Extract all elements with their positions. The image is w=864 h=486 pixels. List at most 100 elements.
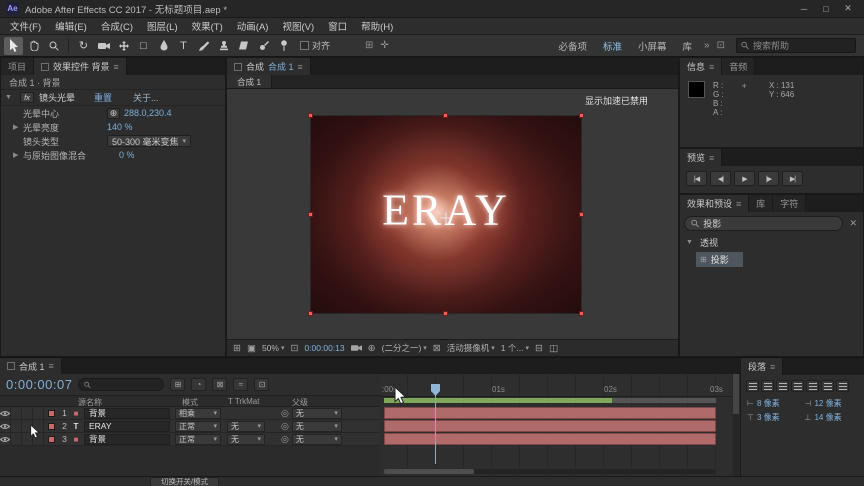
trkmat-select[interactable]: 无 ▾ bbox=[227, 433, 265, 445]
clear-search-icon[interactable]: ✕ bbox=[847, 218, 859, 229]
selection-handle[interactable] bbox=[579, 311, 584, 316]
effects-search-input[interactable] bbox=[703, 218, 837, 229]
tab-audio[interactable]: 音频 bbox=[722, 58, 756, 75]
zoom-select[interactable]: 50% ▾ bbox=[262, 343, 285, 353]
tab-effect-controls[interactable]: 效果控件 背景 ≡ bbox=[34, 58, 127, 75]
property-row-blend-original[interactable]: ▶ 与原始图像混合 0 % bbox=[1, 148, 225, 162]
current-time-display[interactable]: 0:00:00:07 bbox=[6, 377, 72, 392]
close-button[interactable]: ✕ bbox=[838, 2, 858, 16]
selection-handle[interactable] bbox=[308, 113, 313, 118]
property-value[interactable]: 140 % bbox=[107, 122, 133, 132]
selection-handle[interactable] bbox=[308, 311, 313, 316]
puppet-pin-tool-button[interactable] bbox=[274, 37, 293, 55]
panel-lock-icon[interactable] bbox=[41, 62, 50, 71]
shape-tool-button[interactable]: □ bbox=[134, 37, 153, 55]
tab-composition[interactable]: 合成 合成 1 ≡ bbox=[227, 58, 311, 75]
layer-duration-bar-2[interactable] bbox=[384, 420, 716, 432]
audio-toggle[interactable] bbox=[11, 420, 22, 432]
layer-duration-bar-3[interactable] bbox=[384, 433, 716, 445]
timeline-horizontal-scrollbar[interactable] bbox=[384, 469, 716, 474]
grid-guides-icon[interactable]: ⊞ bbox=[233, 343, 241, 354]
layer-name[interactable]: ERAY bbox=[84, 420, 170, 432]
trkmat-select[interactable]: 无 ▾ bbox=[227, 420, 265, 432]
layer-row-3[interactable]: 3 ■ 背景 正常 ▾ 无 ▾ ◎ 无 ▾ bbox=[0, 433, 380, 446]
align-center-button[interactable] bbox=[761, 380, 774, 392]
selection-tool-button[interactable] bbox=[4, 36, 23, 55]
timeline-vertical-scrollbar[interactable] bbox=[733, 374, 739, 477]
menu-item-animation[interactable]: 动画(A) bbox=[230, 19, 276, 33]
viewer-tab-comp1[interactable]: 合成 1 bbox=[227, 75, 273, 88]
text-tool-button[interactable]: T bbox=[174, 37, 193, 55]
camera-tool-button[interactable] bbox=[94, 37, 113, 55]
selection-handle[interactable] bbox=[308, 212, 313, 217]
menu-item-window[interactable]: 窗口 bbox=[321, 19, 354, 33]
effects-item-row[interactable]: ⊞ 投影 bbox=[680, 251, 863, 268]
first-frame-button[interactable]: |◀ bbox=[686, 171, 707, 186]
parent-pickwhip-icon[interactable]: ◎ bbox=[281, 434, 289, 445]
tab-preview[interactable]: 预览 ≡ bbox=[680, 149, 723, 166]
rotate-tool-button[interactable]: ↻ bbox=[74, 37, 93, 55]
justify-all-button[interactable] bbox=[836, 380, 849, 392]
twirl-right-icon[interactable]: ▶ bbox=[13, 151, 23, 159]
parent-select[interactable]: 无 ▾ bbox=[291, 407, 342, 419]
selection-handle[interactable] bbox=[443, 113, 448, 118]
column-source-name[interactable]: 源名称 bbox=[78, 397, 102, 408]
menu-item-effect[interactable]: 效果(T) bbox=[185, 19, 230, 33]
proportional-grid-icon[interactable]: ⊞ bbox=[365, 40, 373, 51]
property-value[interactable]: 288.0,230.4 bbox=[124, 108, 172, 118]
draft-3d-icon[interactable]: ◔ bbox=[191, 378, 207, 391]
video-toggle[interactable] bbox=[0, 433, 11, 445]
audio-toggle[interactable] bbox=[11, 407, 22, 419]
tab-paragraph[interactable]: 段落 ≡ bbox=[741, 358, 784, 375]
workspace-tab-small-screen[interactable]: 小屏幕 bbox=[630, 39, 675, 53]
twirl-right-icon[interactable]: ▶ bbox=[13, 123, 23, 131]
selection-handle[interactable] bbox=[443, 311, 448, 316]
maximize-button[interactable]: □ bbox=[816, 2, 836, 16]
timeline-tab-comp1[interactable]: 合成 1 ≡ bbox=[0, 358, 62, 374]
space-after-field[interactable]: ⊥ 14 像素 bbox=[805, 412, 859, 423]
camera-select[interactable]: 活动摄像机 ▾ bbox=[447, 342, 495, 354]
mode-select[interactable]: 正常 ▾ bbox=[175, 433, 221, 445]
roi-icon[interactable]: ⊠ bbox=[433, 343, 441, 354]
workspace-tab-libraries[interactable]: 库 bbox=[675, 39, 701, 53]
parent-pickwhip-icon[interactable]: ◎ bbox=[281, 408, 289, 419]
composition-canvas[interactable]: ERAY bbox=[308, 113, 584, 316]
tab-effects-presets[interactable]: 效果和预设 ≡ bbox=[680, 195, 750, 212]
column-mode[interactable]: 模式 bbox=[182, 397, 198, 408]
toggle-switches-modes-button[interactable]: 切换开关/模式 bbox=[150, 476, 220, 486]
workspace-tab-standard[interactable]: 标准 bbox=[595, 39, 630, 53]
lock-toggle[interactable] bbox=[33, 420, 44, 432]
hand-tool-button[interactable] bbox=[24, 37, 43, 55]
work-area-remainder[interactable] bbox=[612, 398, 716, 403]
mode-select[interactable]: 相乘 ▾ bbox=[175, 407, 221, 419]
lens-type-select[interactable]: 50-300 毫米变焦 ▾ bbox=[107, 135, 192, 147]
twirl-down-icon[interactable]: ▼ bbox=[686, 239, 696, 246]
label-color-chip[interactable] bbox=[48, 435, 55, 443]
shy-layers-icon[interactable]: ⊠ bbox=[212, 378, 228, 391]
playhead-line[interactable] bbox=[435, 386, 436, 464]
viewer-timecode[interactable]: 0:00:00:13 bbox=[304, 343, 344, 353]
composition-viewer[interactable]: 显示加速已禁用 ERAY bbox=[227, 89, 678, 340]
space-before-field[interactable]: ⊤ 3 像素 bbox=[747, 412, 801, 423]
indent-right-field[interactable]: ⊣ 12 像素 bbox=[805, 398, 859, 409]
parent-pickwhip-icon[interactable]: ◎ bbox=[281, 421, 289, 432]
panel-menu-icon[interactable]: ≡ bbox=[114, 62, 119, 72]
align-right-button[interactable] bbox=[776, 380, 789, 392]
timeline-search-box[interactable] bbox=[78, 378, 165, 391]
roto-brush-tool-button[interactable] bbox=[254, 37, 273, 55]
property-value[interactable]: 0 % bbox=[119, 150, 135, 160]
resolution-select[interactable]: (二分之一) ▾ bbox=[382, 342, 427, 354]
safe-margins-icon[interactable]: ⊡ bbox=[290, 343, 298, 354]
video-toggle[interactable] bbox=[0, 420, 11, 432]
play-button[interactable]: ▶ bbox=[734, 171, 755, 186]
mode-select[interactable]: 正常 ▾ bbox=[175, 420, 221, 432]
tab-libraries[interactable]: 库 bbox=[749, 195, 774, 212]
parent-select[interactable]: 无 ▾ bbox=[291, 433, 342, 445]
menu-item-help[interactable]: 帮助(H) bbox=[354, 19, 400, 33]
panel-menu-icon[interactable]: ≡ bbox=[709, 153, 714, 163]
menu-item-composition[interactable]: 合成(C) bbox=[94, 19, 140, 33]
tab-info[interactable]: 信息 ≡ bbox=[680, 58, 723, 75]
menu-item-layer[interactable]: 图层(L) bbox=[140, 19, 185, 33]
panel-menu-icon[interactable]: ≡ bbox=[298, 62, 303, 72]
property-row-flare-center[interactable]: 光晕中心 ⊕ 288.0,230.4 bbox=[1, 106, 225, 120]
